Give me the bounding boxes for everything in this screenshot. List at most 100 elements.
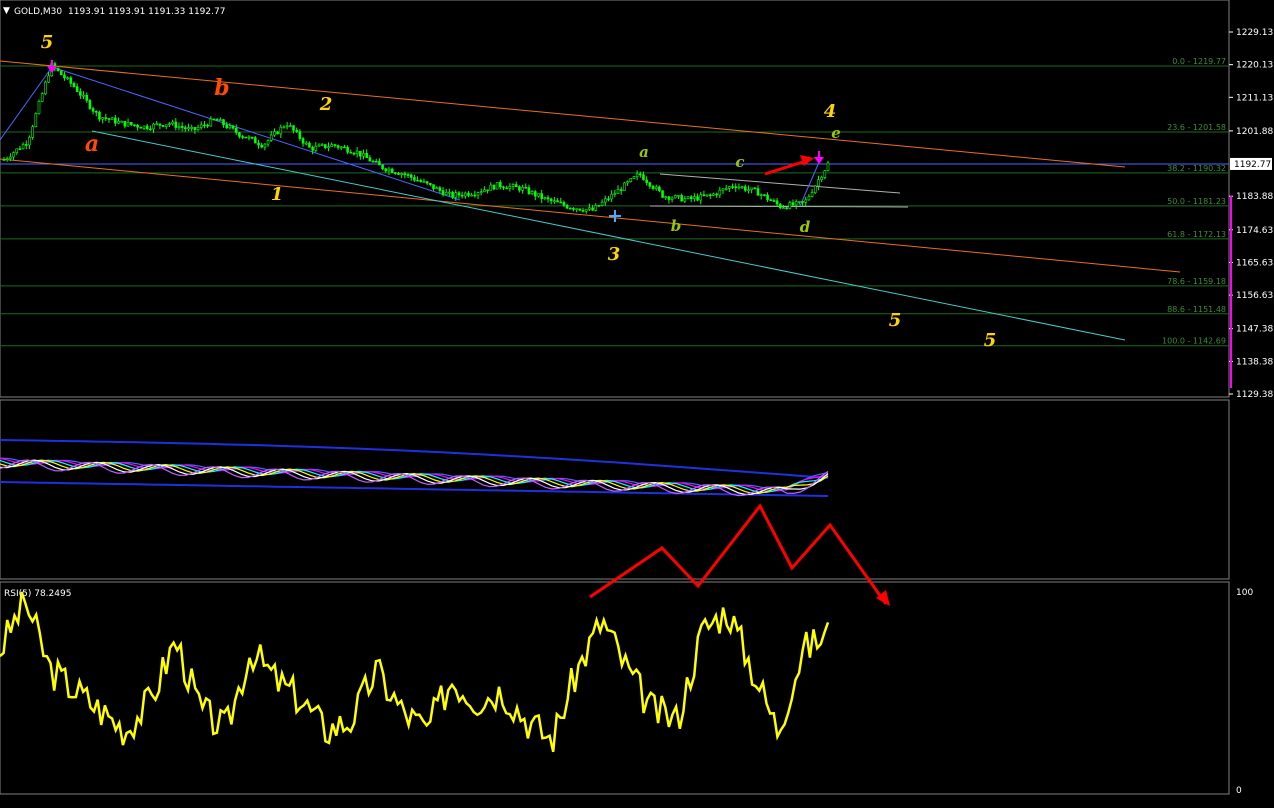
candle-body bbox=[339, 146, 343, 149]
candle-body bbox=[400, 173, 403, 176]
fib-label: 88.6 - 1151.48 bbox=[1167, 305, 1226, 314]
candle-body bbox=[349, 151, 353, 154]
candle-body bbox=[782, 207, 785, 209]
candle-body bbox=[9, 156, 12, 159]
candle-body bbox=[133, 124, 136, 127]
candle-body bbox=[184, 127, 187, 130]
candle-body bbox=[680, 195, 683, 202]
candle-body bbox=[231, 125, 235, 129]
candle-body bbox=[775, 200, 779, 205]
orange-upper-channel bbox=[0, 60, 1126, 168]
price-tick-label: 1165.63 bbox=[1236, 258, 1273, 268]
candle-body bbox=[374, 160, 378, 163]
candle-body bbox=[362, 152, 365, 157]
wave-label: a bbox=[85, 131, 99, 157]
fib-label: 0.0 - 1219.77 bbox=[1172, 57, 1226, 66]
candle-body bbox=[314, 145, 318, 151]
wave-labels: 5 b 2 a 1 a c 4 e b d 3 5 5 bbox=[41, 32, 997, 351]
candle-body bbox=[451, 191, 454, 198]
candle-body bbox=[180, 126, 184, 128]
candle-body bbox=[438, 187, 442, 191]
candle-body bbox=[31, 126, 34, 138]
candle-body bbox=[413, 177, 416, 181]
candle-body bbox=[766, 194, 769, 200]
candle-body bbox=[263, 143, 267, 148]
candle-body bbox=[158, 123, 162, 126]
candle-body bbox=[467, 192, 470, 196]
candle-body bbox=[304, 142, 308, 145]
candle-body bbox=[594, 205, 598, 211]
candle-body bbox=[279, 126, 283, 135]
wave-label: 1 bbox=[271, 184, 284, 205]
symbol-label: GOLD,M30 bbox=[14, 7, 62, 17]
candle-body bbox=[403, 173, 407, 176]
candle-body bbox=[28, 137, 31, 146]
candle-body bbox=[712, 193, 715, 196]
candle-body bbox=[301, 138, 305, 144]
candle-body bbox=[734, 186, 738, 189]
candle-body bbox=[419, 180, 423, 182]
candle-body bbox=[94, 111, 98, 113]
candle-body bbox=[269, 134, 273, 141]
candle-body bbox=[47, 75, 50, 83]
candle-body bbox=[104, 117, 108, 119]
fib-levels: 0.0 - 1219.77 23.6 - 1201.58 38.2 - 1190.3… bbox=[0, 57, 1229, 347]
candle-body bbox=[759, 194, 763, 196]
candle-body bbox=[553, 200, 556, 203]
candle-body bbox=[37, 101, 41, 114]
candle-body bbox=[737, 186, 741, 189]
candle-body bbox=[448, 191, 451, 194]
candle-body bbox=[139, 126, 143, 129]
candle-body bbox=[534, 191, 537, 197]
candle-body bbox=[562, 202, 566, 206]
candle-body bbox=[753, 187, 757, 190]
candle-body bbox=[212, 118, 216, 121]
candle-body bbox=[416, 179, 419, 182]
candle-body bbox=[390, 168, 394, 173]
candle-body bbox=[826, 162, 830, 171]
candle-body bbox=[778, 203, 782, 209]
candle-body bbox=[406, 174, 410, 176]
fib-label: 38.2 - 1190.32 bbox=[1167, 164, 1226, 173]
candle-body bbox=[250, 136, 254, 139]
red-forecast-path bbox=[589, 503, 888, 605]
price-tick-label: 1129.38 bbox=[1236, 390, 1273, 400]
candle-body bbox=[492, 184, 496, 190]
candle-body bbox=[228, 125, 232, 129]
candle-body bbox=[705, 194, 709, 197]
price-axis: 1229.13 1220.13 1211.13 1201.88 1183.88 1174.… bbox=[1229, 28, 1273, 400]
candle-body bbox=[120, 120, 124, 123]
chart-canvas[interactable]: 0.0 - 1219.77 23.6 - 1201.58 38.2 - 1190.3… bbox=[0, 0, 1274, 804]
candle-body bbox=[569, 207, 572, 210]
candle-body bbox=[66, 77, 69, 80]
candle-body bbox=[718, 189, 722, 196]
red-pointer bbox=[764, 159, 807, 176]
candle-body bbox=[285, 125, 289, 128]
candle-body bbox=[546, 197, 550, 200]
price-tick-label: 1147.38 bbox=[1236, 325, 1273, 335]
candle-body bbox=[483, 189, 486, 192]
candle-body bbox=[613, 193, 617, 196]
candle-body bbox=[457, 192, 461, 196]
candle-body bbox=[371, 160, 375, 163]
candle-body bbox=[600, 201, 604, 206]
rsi-scale-bottom: 0 bbox=[1236, 786, 1242, 796]
candle-body bbox=[591, 207, 594, 211]
candle-body bbox=[603, 198, 607, 203]
rsi-scale-top: 100 bbox=[1236, 588, 1253, 598]
candle-body bbox=[56, 67, 60, 72]
triangle-down-icon[interactable]: ▼ bbox=[3, 6, 10, 16]
candle-body bbox=[645, 179, 648, 183]
candle-body bbox=[82, 94, 85, 97]
moving-average-bands bbox=[0, 439, 829, 497]
candle-body bbox=[327, 146, 330, 149]
candle-body bbox=[432, 184, 435, 190]
candle-body bbox=[289, 125, 292, 127]
candle-body bbox=[91, 108, 95, 112]
candle-body bbox=[521, 187, 524, 191]
candle-body bbox=[514, 184, 518, 187]
wave-label: b bbox=[214, 75, 229, 101]
candle-body bbox=[145, 125, 149, 130]
candle-body bbox=[689, 196, 693, 199]
candle-body bbox=[222, 119, 225, 126]
